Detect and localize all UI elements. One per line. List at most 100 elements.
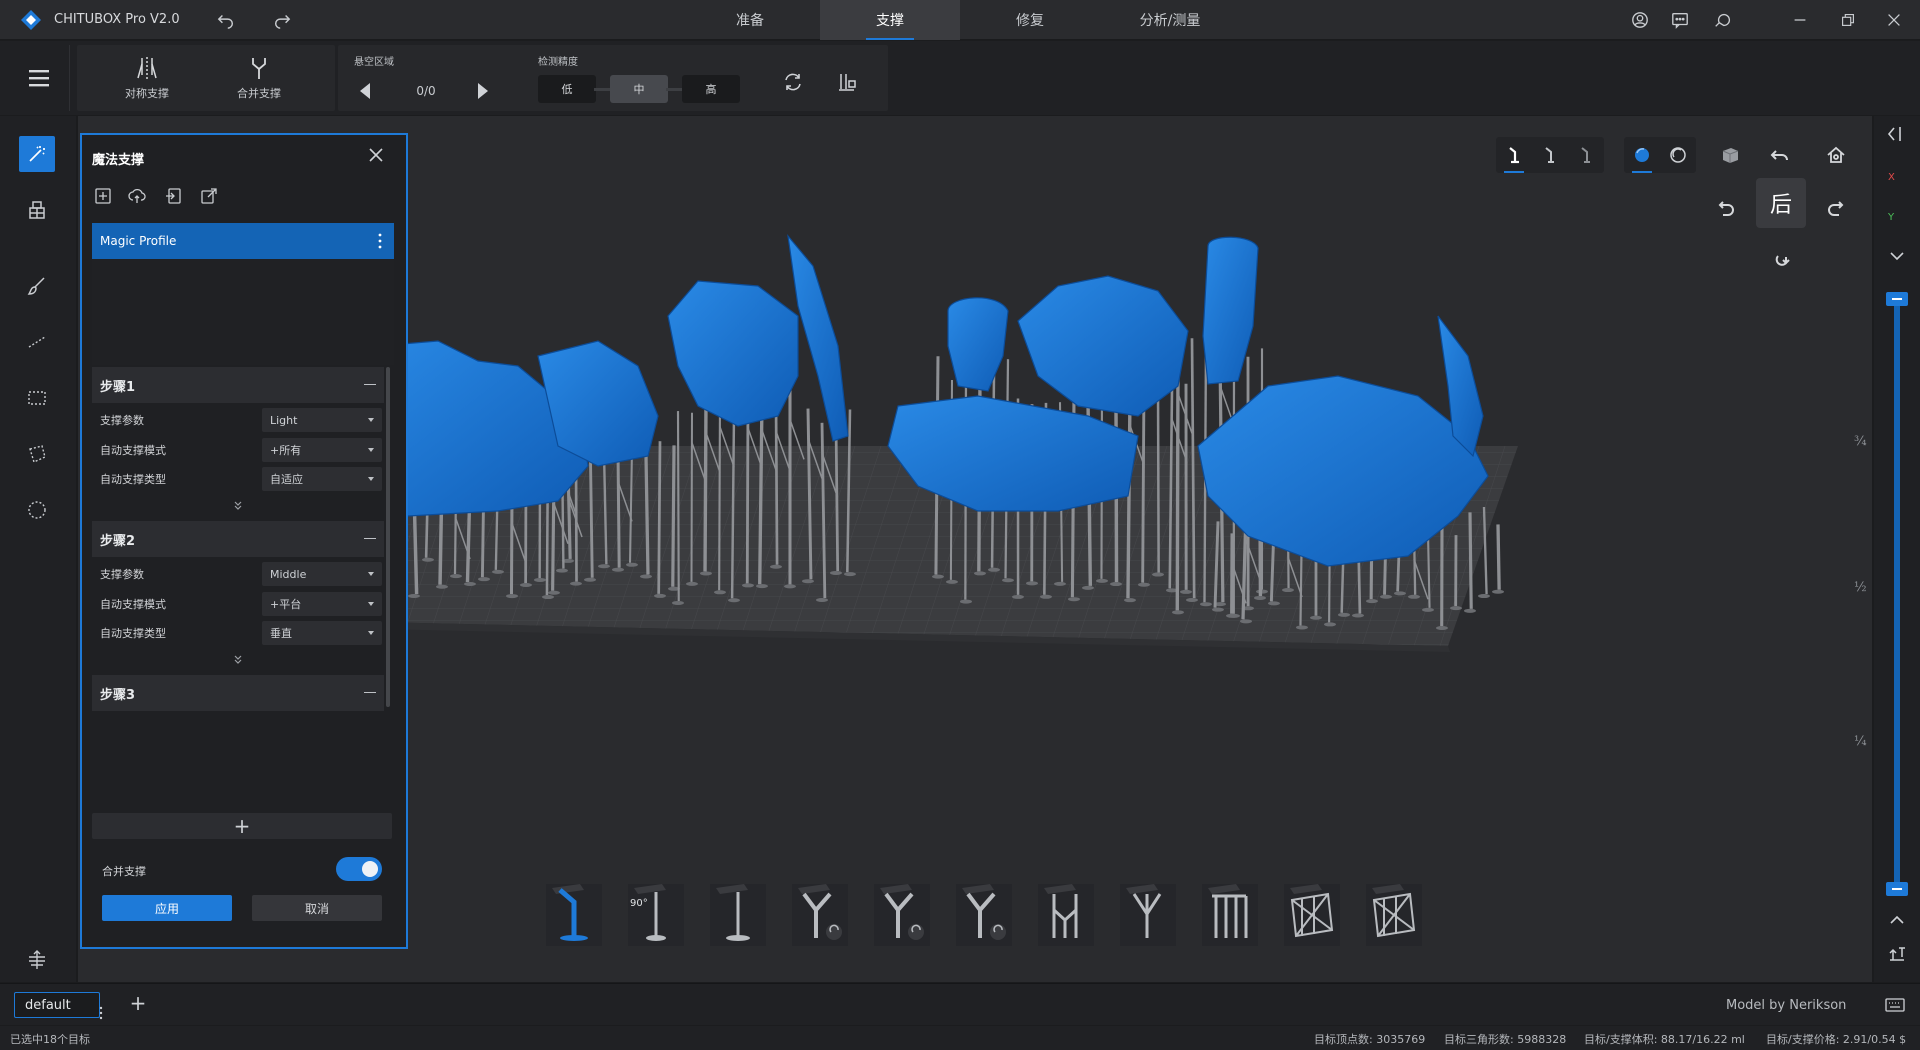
add-step-button[interactable]: + [92, 813, 392, 839]
support-check-button[interactable] [834, 69, 860, 95]
steps-scrollbar[interactable] [386, 367, 390, 707]
step-header[interactable]: 步骤2 [92, 521, 384, 557]
merge-support-button[interactable]: 合并支撑 [209, 51, 309, 107]
status-bar: 已选中18个目标 目标顶点数: 3035769 目标三角形数: 5988328 … [0, 1026, 1920, 1050]
merge-support-label: 合并支撑 [237, 87, 281, 100]
expand-double-chevron-icon[interactable] [232, 499, 244, 511]
bridge-support-button[interactable] [1196, 880, 1262, 948]
circle-select-tool[interactable] [19, 492, 55, 528]
expand-double-chevron-icon[interactable] [232, 653, 244, 665]
double-tree-support-button[interactable] [1032, 880, 1098, 948]
collapse-icon[interactable] [364, 692, 376, 693]
show-all-supports-button[interactable] [1496, 137, 1532, 173]
close-window-icon[interactable] [1884, 10, 1904, 30]
view-cube-face[interactable]: 后 [1756, 178, 1806, 228]
precision-low-button[interactable]: 低 [538, 75, 596, 103]
more-vertical-icon[interactable] [99, 1006, 103, 1020]
auto-support-tool[interactable] [19, 192, 55, 228]
solid-view-button[interactable] [1624, 137, 1660, 173]
precision-mid-button[interactable]: 中 [610, 75, 668, 103]
chevron-down-icon[interactable] [1886, 248, 1908, 264]
close-icon[interactable] [366, 145, 386, 165]
redo-icon[interactable] [272, 10, 292, 30]
branch-support-button[interactable] [786, 880, 852, 948]
line-support-tool[interactable] [19, 324, 55, 360]
rotate-right-button[interactable] [1822, 196, 1850, 224]
new-profile-button[interactable] [94, 187, 114, 207]
lattice-support-button[interactable] [1278, 880, 1344, 948]
auto-pillar-button[interactable] [540, 880, 606, 948]
cloud-upload-icon [128, 188, 146, 203]
redetect-button[interactable] [780, 69, 806, 95]
import-profile-button[interactable] [164, 187, 184, 207]
account-icon[interactable] [1630, 10, 1650, 30]
angle-90-support-button[interactable]: 90° [622, 880, 688, 948]
tab-repair[interactable]: 修复 [960, 0, 1100, 40]
support-params-select[interactable]: Light [262, 408, 382, 432]
restore-icon[interactable] [1838, 10, 1858, 30]
step-header[interactable]: 步骤1 [92, 367, 384, 403]
tilted-branch-support-button[interactable] [868, 880, 934, 948]
detection-precision-label: 检测精度 [538, 57, 578, 68]
main-menu-button[interactable] [8, 45, 70, 111]
raft-lattice-support-button[interactable] [1360, 880, 1426, 948]
vertical-support-button[interactable] [704, 880, 770, 948]
auto-support-type-select[interactable]: 自适应 [262, 467, 382, 491]
support-check-icon [839, 74, 856, 91]
export-profile-button[interactable] [200, 187, 220, 207]
rotate-left-button[interactable] [1712, 196, 1740, 224]
panel-title: 魔法支撑 [92, 153, 145, 168]
upload-profile-button[interactable] [128, 187, 148, 207]
previous-overhang-button[interactable] [360, 83, 370, 99]
magic-support-tool[interactable] [19, 136, 55, 172]
auto-support-mode-select[interactable]: +所有 [262, 438, 382, 462]
message-icon[interactable] [1670, 10, 1690, 30]
layer-jump-icon[interactable] [1886, 942, 1908, 964]
step-header[interactable]: 步骤3 [92, 675, 384, 711]
show-partial-supports-button[interactable] [1532, 137, 1568, 173]
keyboard-shortcuts-icon[interactable] [1884, 996, 1906, 1014]
collapse-icon[interactable] [364, 384, 376, 385]
more-vertical-icon[interactable] [378, 233, 382, 249]
bridge-support-icon [1202, 884, 1258, 946]
merge-support-toggle[interactable] [336, 857, 382, 881]
auto-support-type-select[interactable]: 垂直 [262, 621, 382, 645]
scene-tab-bar: default + Model by Nerikson [0, 983, 1920, 1025]
scene-tab-default[interactable]: default [14, 992, 103, 1020]
layer-slider-top-handle[interactable] [1886, 292, 1908, 306]
tab-analysis-measure[interactable]: 分析/测量 [1100, 0, 1240, 40]
collapse-panel-icon[interactable] [1884, 124, 1908, 144]
lasso-select-tool[interactable] [19, 436, 55, 472]
split-branch-support-button[interactable] [950, 880, 1016, 948]
home-view-button[interactable] [1822, 141, 1850, 169]
next-overhang-button[interactable] [478, 83, 488, 99]
precision-high-button[interactable]: 高 [682, 75, 740, 103]
support-display-group [1496, 137, 1604, 173]
model-hood-arc [667, 280, 799, 427]
apply-button[interactable]: 应用 [102, 895, 232, 921]
tab-support[interactable]: 支撑 [820, 0, 960, 40]
symmetric-support-button[interactable]: 对称支撑 [97, 51, 197, 107]
perspective-view-button[interactable] [1716, 141, 1744, 169]
collapse-icon[interactable] [364, 538, 376, 539]
profile-item[interactable]: Magic Profile [92, 223, 394, 259]
minimize-icon[interactable] [1790, 10, 1810, 30]
manual-support-tool[interactable] [19, 268, 55, 304]
add-scene-button[interactable]: + [128, 993, 148, 1014]
chevron-up-icon[interactable] [1886, 912, 1908, 928]
auto-support-mode-select[interactable]: +平台 [262, 592, 382, 616]
layer-slider-track[interactable] [1894, 292, 1900, 888]
rotate-view-ccw-button[interactable] [1766, 141, 1794, 169]
help-icon[interactable] [1712, 10, 1732, 30]
layer-slider-bottom-handle[interactable] [1886, 882, 1908, 896]
undo-icon[interactable] [216, 10, 236, 30]
support-params-select[interactable]: Middle [262, 562, 382, 586]
hide-supports-button[interactable] [1568, 137, 1604, 173]
box-select-tool[interactable] [19, 380, 55, 416]
xray-view-button[interactable] [1660, 137, 1696, 173]
tree-support-button[interactable] [1114, 880, 1180, 948]
cancel-button[interactable]: 取消 [252, 895, 382, 921]
rotate-down-button[interactable] [1768, 246, 1796, 274]
layer-tool[interactable] [19, 942, 55, 978]
tab-prepare[interactable]: 准备 [680, 0, 820, 40]
